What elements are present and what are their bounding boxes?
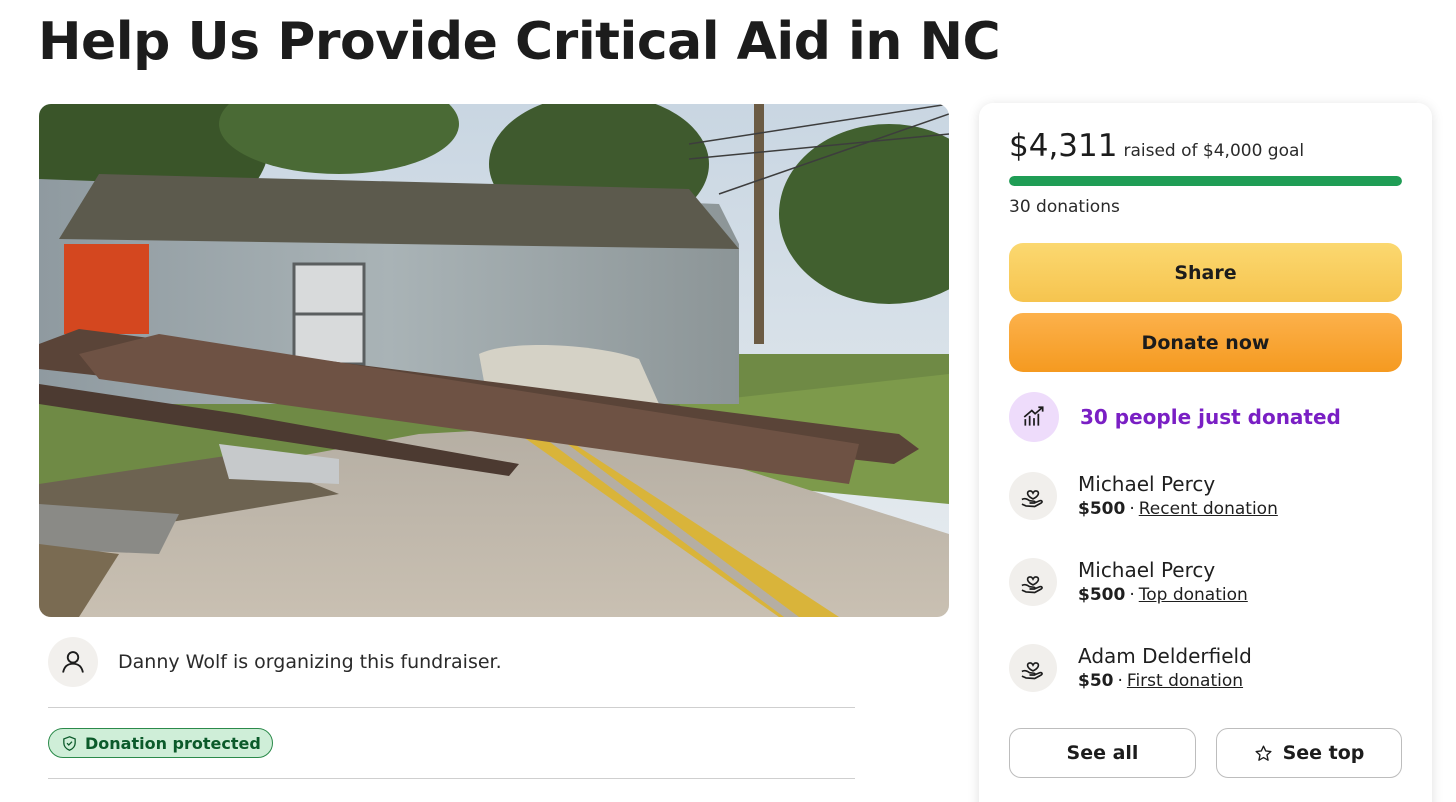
trending-up-icon bbox=[1023, 406, 1044, 426]
donor-item: Adam Delderfield $50 · First donation bbox=[1009, 644, 1252, 692]
donor-meta: $50 · First donation bbox=[1078, 671, 1252, 691]
donor-icon-circle bbox=[1009, 558, 1057, 606]
organizer-text: Danny Wolf is organizing this fundraiser… bbox=[118, 651, 502, 673]
progress-fill bbox=[1009, 176, 1402, 186]
organizer-row: Danny Wolf is organizing this fundraiser… bbox=[48, 637, 502, 687]
donor-separator: · bbox=[1117, 671, 1123, 691]
shield-check-icon bbox=[63, 735, 76, 751]
donor-item: Michael Percy $500 · Top donation bbox=[1009, 558, 1248, 606]
star-icon bbox=[1255, 745, 1272, 761]
see-all-button[interactable]: See all bbox=[1009, 728, 1196, 778]
activity-text: 30 people just donated bbox=[1080, 405, 1341, 429]
donor-meta: $500 · Top donation bbox=[1078, 585, 1248, 605]
donate-now-button[interactable]: Donate now bbox=[1009, 313, 1402, 372]
page-title: Help Us Provide Critical Aid in NC bbox=[38, 12, 1001, 72]
divider bbox=[48, 778, 855, 779]
hero-photo bbox=[39, 104, 949, 617]
raised-amount: $4,311 bbox=[1009, 128, 1118, 164]
person-icon bbox=[62, 651, 84, 673]
raised-summary: $4,311 raised of $4,000 goal bbox=[1009, 128, 1304, 164]
donor-amount: $500 bbox=[1078, 499, 1126, 519]
donor-tag-link[interactable]: First donation bbox=[1127, 671, 1243, 691]
see-top-label: See top bbox=[1282, 742, 1365, 764]
goal-text: raised of $4,000 goal bbox=[1123, 141, 1305, 161]
progress-bar bbox=[1009, 176, 1402, 186]
donation-protected-badge[interactable]: Donation protected bbox=[48, 728, 273, 758]
donor-icon-circle bbox=[1009, 472, 1057, 520]
see-top-button[interactable]: See top bbox=[1216, 728, 1402, 778]
organizer-avatar[interactable] bbox=[48, 637, 98, 687]
donor-amount: $500 bbox=[1078, 585, 1126, 605]
donor-name: Michael Percy bbox=[1078, 472, 1216, 496]
hero-image[interactable] bbox=[39, 104, 949, 617]
heart-hand-icon bbox=[1021, 490, 1043, 508]
see-all-label: See all bbox=[1066, 742, 1139, 764]
donor-amount: $50 bbox=[1078, 671, 1114, 691]
donor-meta: $500 · Recent donation bbox=[1078, 499, 1278, 519]
donation-count: 30 donations bbox=[1009, 197, 1120, 217]
donor-separator: · bbox=[1129, 585, 1135, 605]
donor-tag-link[interactable]: Top donation bbox=[1139, 585, 1248, 605]
donor-separator: · bbox=[1129, 499, 1135, 519]
donor-icon-circle bbox=[1009, 644, 1057, 692]
recent-activity: 30 people just donated bbox=[1009, 392, 1341, 442]
heart-hand-icon bbox=[1021, 576, 1043, 594]
donor-tag-link[interactable]: Recent donation bbox=[1139, 499, 1278, 519]
badge-label: Donation protected bbox=[85, 733, 261, 753]
divider bbox=[48, 707, 855, 708]
activity-icon-circle bbox=[1009, 392, 1059, 442]
donor-name: Adam Delderfield bbox=[1078, 644, 1252, 668]
heart-hand-icon bbox=[1021, 662, 1043, 680]
donor-name: Michael Percy bbox=[1078, 558, 1216, 582]
share-button[interactable]: Share bbox=[1009, 243, 1402, 302]
donor-item: Michael Percy $500 · Recent donation bbox=[1009, 472, 1278, 520]
